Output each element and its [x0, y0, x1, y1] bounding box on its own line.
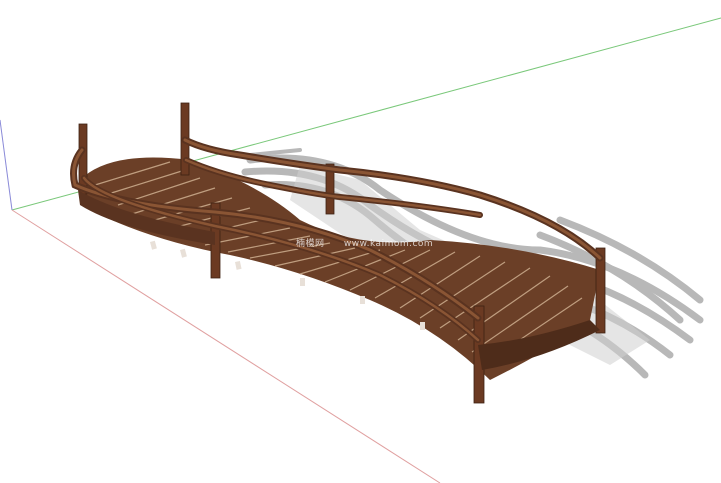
bridge-render-canvas: 楠模网 www.kaimom.com	[0, 0, 721, 483]
blue-axis-line	[0, 119, 13, 211]
watermark-site-cn: 楠模网	[296, 239, 325, 249]
watermark-text: 楠模网 www.kaimom.com	[296, 236, 449, 249]
watermark-site-url: www.kaimom.com	[343, 239, 434, 249]
